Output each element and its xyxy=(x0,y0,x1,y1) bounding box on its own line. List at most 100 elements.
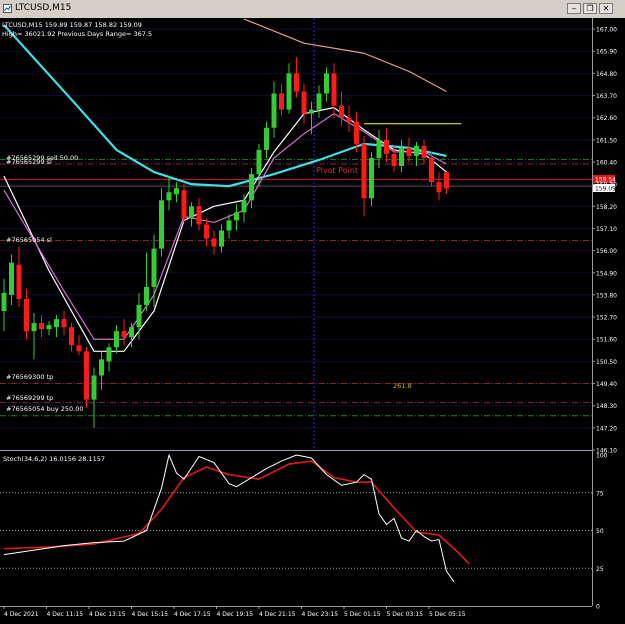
candle-bull xyxy=(174,188,179,195)
time-axis-label: 5 Dec 05:15 xyxy=(429,611,466,618)
close-button[interactable]: ✕ xyxy=(599,3,613,14)
price-axis-label: 153.80 xyxy=(596,292,617,299)
time-axis-label: 4 Dec 2021 xyxy=(4,611,39,618)
price-axis-label: 161.50 xyxy=(596,137,617,144)
candle-bull xyxy=(129,327,134,338)
order-label-buy[interactable]: #76565054 buy 250.00 xyxy=(6,405,84,413)
time-axis-label: 4 Dec 23:15 xyxy=(302,611,339,618)
chart-area[interactable]: LTCUSD,M15 159.89 159.87 158.82 159.09 H… xyxy=(0,18,625,620)
price-axis-label: 164.80 xyxy=(596,71,617,78)
time-axis-label: 4 Dec 19:15 xyxy=(217,611,254,618)
candle-bull xyxy=(226,220,232,231)
order-label-tp-a[interactable]: #76569300 tp xyxy=(6,373,53,381)
candle-bull xyxy=(376,139,382,158)
candle-bull xyxy=(414,145,419,156)
candle-bull xyxy=(256,149,262,175)
candle-bear xyxy=(354,121,359,144)
stoch-axis-label: 0 xyxy=(596,604,600,611)
candle-bull xyxy=(46,325,52,330)
candle-bear xyxy=(331,73,337,106)
candle-bear xyxy=(436,182,442,193)
price-axis-label: 158.20 xyxy=(596,204,617,211)
candle-bear xyxy=(301,91,307,114)
order-label-sl-b[interactable]: #76565054 sl xyxy=(6,236,52,244)
time-axis-label: 4 Dec 15:15 xyxy=(132,611,169,618)
price-axis-label: 149.40 xyxy=(596,381,617,388)
candle-bear xyxy=(384,139,389,154)
candle-bear xyxy=(61,319,67,328)
candle-bull xyxy=(399,147,404,167)
price-axis-label: 160.40 xyxy=(596,160,617,167)
price-axis-label: 150.50 xyxy=(596,359,617,366)
candle-bull xyxy=(249,174,254,201)
candle-bear xyxy=(76,345,82,352)
candle-bear xyxy=(406,147,412,156)
restore-button[interactable]: ❐ xyxy=(583,3,597,14)
candle-bull xyxy=(1,292,7,312)
candle-bull xyxy=(264,127,269,150)
price-axis-label: 148.30 xyxy=(596,403,617,410)
candle-bear xyxy=(196,206,202,225)
price-axis-label: 154.90 xyxy=(596,270,617,277)
candle-bull xyxy=(106,347,112,362)
candle-bear xyxy=(294,73,299,92)
window-titlebar: LTCUSD,M15 ‒ ❐ ✕ xyxy=(0,0,625,19)
candle-bull xyxy=(316,93,322,110)
stoch-axis-label: 25 xyxy=(596,566,604,573)
candle-bear xyxy=(121,331,127,338)
price-axis-label: 162.60 xyxy=(596,115,617,122)
candle-bull xyxy=(271,93,277,128)
stoch-axis-label: 50 xyxy=(596,528,604,535)
candle-bull xyxy=(369,157,374,199)
candle-bull xyxy=(234,212,239,221)
time-axis-label: 4 Dec 17:15 xyxy=(174,611,211,618)
candle-bear xyxy=(346,117,352,122)
price-axis-label: 156.00 xyxy=(596,248,617,255)
window-title: LTCUSD,M15 xyxy=(15,3,72,13)
info-label: High= 36021.92 Previous Days Range= 367.… xyxy=(2,30,152,38)
candle-bull xyxy=(309,109,314,114)
order-label-sl-a[interactable]: #76565299 sl xyxy=(6,158,52,166)
candle-bear xyxy=(339,105,344,118)
candle-bull xyxy=(144,286,149,305)
candle-bear xyxy=(444,172,449,189)
candle-bull xyxy=(136,304,142,328)
candle-bull xyxy=(286,73,292,110)
time-axis-label: 5 Dec 01:15 xyxy=(344,611,381,618)
candle-bear xyxy=(24,298,29,332)
time-axis-label: 4 Dec 13:15 xyxy=(89,611,126,618)
price-axis-label: 163.70 xyxy=(596,93,617,100)
time-axis-label: 5 Dec 03:15 xyxy=(387,611,424,618)
stoch-label: Stoch(34,6,2) 16.0156 28.1157 xyxy=(3,455,105,463)
chart-window-icon xyxy=(3,4,12,13)
candle-bull xyxy=(91,375,97,400)
order-label-tp-b[interactable]: #76569299 tp xyxy=(6,394,53,402)
candle-bull xyxy=(114,331,119,348)
candle-bull xyxy=(159,200,164,249)
ohlc-label: LTCUSD,M15 159.89 159.87 158.82 159.09 xyxy=(2,21,142,29)
candle-bear xyxy=(429,157,434,183)
candle-bull xyxy=(151,248,157,287)
candle-bull xyxy=(241,200,247,213)
candle-bull xyxy=(166,192,172,201)
candle-bull xyxy=(219,230,224,247)
chart-canvas[interactable]: LTCUSD,M15 159.89 159.87 158.82 159.09 H… xyxy=(0,18,625,620)
candle-bull xyxy=(99,359,104,376)
price-axis-label: 157.10 xyxy=(596,226,617,233)
stoch-axis-label: 75 xyxy=(596,490,604,497)
minimize-button[interactable]: ‒ xyxy=(567,3,581,14)
time-axis-label: 4 Dec 21:15 xyxy=(259,611,296,618)
fib-level-label: 261.8 xyxy=(393,382,412,390)
stoch-axis-label: 100 xyxy=(596,453,608,460)
candle-bull xyxy=(31,323,37,332)
price-axis-label: 159.30 xyxy=(596,182,617,189)
price-axis-label: 165.90 xyxy=(596,49,617,56)
price-axis-label: 167.00 xyxy=(596,27,617,34)
price-axis-label: 147.20 xyxy=(596,425,617,432)
candle-bull xyxy=(54,319,59,328)
candle-bull xyxy=(324,73,329,94)
candle-bear xyxy=(16,264,22,299)
candle-bull xyxy=(189,206,194,219)
candle-bear xyxy=(39,323,44,330)
time-axis-label: 4 Dec 11:15 xyxy=(47,611,84,618)
